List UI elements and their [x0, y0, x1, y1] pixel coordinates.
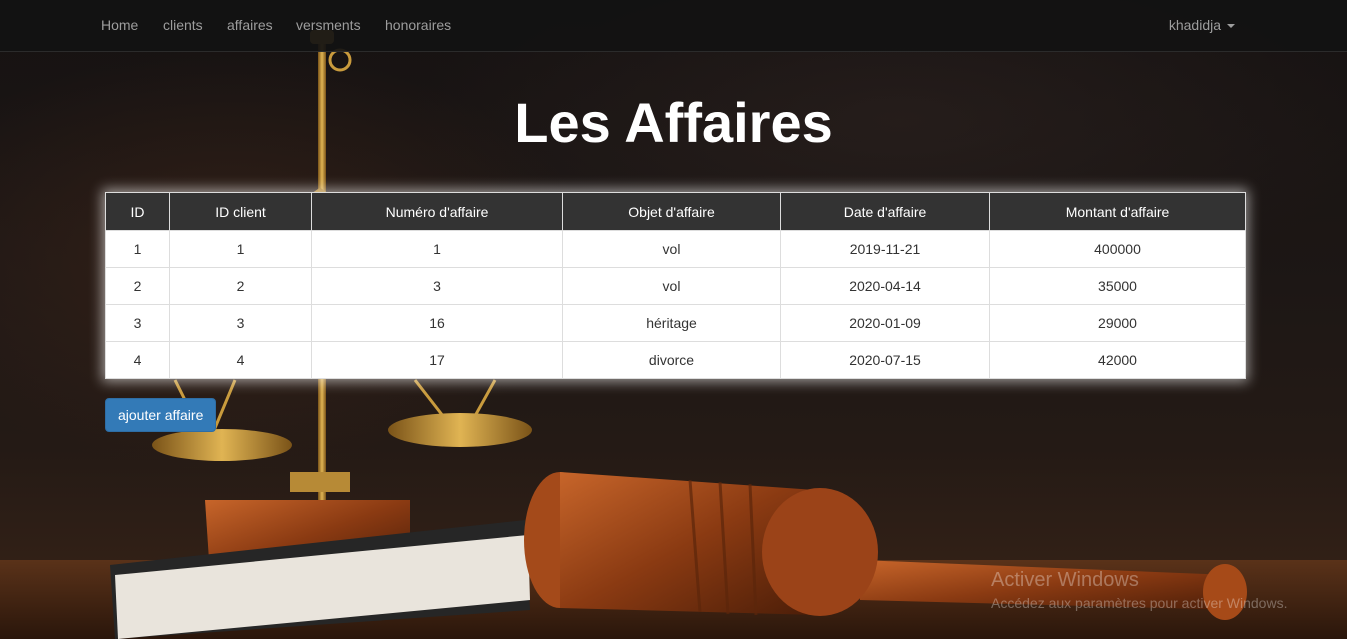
page-title: Les Affaires: [514, 91, 833, 154]
cell-montant: 29000: [989, 304, 1246, 342]
cell-id: 3: [105, 304, 170, 342]
column-header-date: Date d'affaire: [780, 192, 990, 231]
nav-link-clients[interactable]: clients: [163, 17, 203, 33]
table-row: 4 4 17 divorce 2020-07-15 42000: [105, 341, 1246, 379]
column-header-numero: Numéro d'affaire: [311, 192, 563, 231]
column-header-id: ID: [105, 192, 170, 231]
affaires-table: ID ID client Numéro d'affaire Objet d'af…: [105, 192, 1246, 379]
cell-montant: 42000: [989, 341, 1246, 379]
cell-objet: divorce: [562, 341, 781, 379]
cell-numero: 3: [311, 267, 563, 305]
windows-watermark-title: Activer Windows: [991, 569, 1139, 591]
cell-numero: 16: [311, 304, 563, 342]
column-header-id-client: ID client: [169, 192, 312, 231]
cell-id-client: 3: [169, 304, 312, 342]
table-row: 1 1 1 vol 2019-11-21 400000: [105, 230, 1246, 268]
column-header-montant: Montant d'affaire: [989, 192, 1246, 231]
cell-id-client: 4: [169, 341, 312, 379]
cell-id-client: 1: [169, 230, 312, 268]
cell-id-client: 2: [169, 267, 312, 305]
column-header-objet: Objet d'affaire: [562, 192, 781, 231]
nav-link-versments[interactable]: versments: [296, 17, 361, 33]
cell-montant: 400000: [989, 230, 1246, 268]
nav-link-home[interactable]: Home: [101, 17, 138, 33]
cell-numero: 17: [311, 341, 563, 379]
cell-id: 4: [105, 341, 170, 379]
windows-watermark-subtitle: Accédez aux paramètres pour activer Wind…: [991, 595, 1288, 611]
user-name: khadidja: [1168, 17, 1221, 33]
cell-numero: 1: [311, 230, 563, 268]
caret-down-icon: [1227, 24, 1235, 29]
add-affaire-button[interactable]: ajouter affaire: [105, 398, 217, 432]
cell-date: 2020-04-14: [780, 267, 990, 305]
nav-link-honoraires[interactable]: honoraires: [385, 17, 451, 33]
top-navbar: Home clients affaires versments honorair…: [0, 0, 1347, 52]
cell-date: 2019-11-21: [780, 230, 990, 268]
cell-id: 2: [105, 267, 170, 305]
user-dropdown[interactable]: khadidja: [1169, 17, 1235, 33]
cell-montant: 35000: [989, 267, 1246, 305]
cell-objet: héritage: [562, 304, 781, 342]
cell-objet: vol: [562, 267, 781, 305]
table-row: 3 3 16 héritage 2020-01-09 29000: [105, 304, 1246, 342]
cell-date: 2020-01-09: [780, 304, 990, 342]
table-row: 2 2 3 vol 2020-04-14 35000: [105, 267, 1246, 305]
affaires-table-container: ID ID client Numéro d'affaire Objet d'af…: [105, 192, 1246, 379]
cell-id: 1: [105, 230, 170, 268]
cell-date: 2020-07-15: [780, 341, 990, 379]
table-header-row: ID ID client Numéro d'affaire Objet d'af…: [105, 192, 1246, 231]
cell-objet: vol: [562, 230, 781, 268]
nav-link-affaires[interactable]: affaires: [227, 17, 273, 33]
